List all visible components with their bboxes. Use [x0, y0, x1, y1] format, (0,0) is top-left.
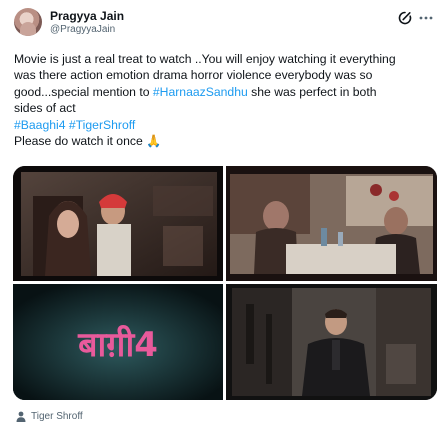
grok-icon[interactable] [398, 11, 412, 25]
tweet-line: was there action emotion drama horror vi… [14, 68, 373, 83]
hashtag-baaghi4[interactable]: #Baaghi4 [14, 118, 66, 132]
media-image-1[interactable] [13, 166, 223, 281]
avatar[interactable] [14, 8, 42, 36]
tweet-line: #Baaghi4 #TigerShroff [14, 117, 434, 133]
tweet-text: Movie is just a real treat to watch ..Yo… [14, 51, 434, 149]
hashtag-tigershroff[interactable]: #TigerShroff [69, 118, 135, 132]
media-image-2[interactable] [226, 166, 437, 281]
person-icon [16, 411, 26, 422]
tweet-line: Please do watch it once 🙏 [14, 134, 162, 149]
movie-title-text: बाग़ी4 [77, 324, 158, 365]
movie-screen-photo-4-icon [226, 284, 437, 400]
more-options-icon[interactable] [418, 10, 434, 26]
media-image-3[interactable]: बाग़ी4 [13, 284, 223, 400]
author-name[interactable]: Pragyya Jain [50, 9, 124, 23]
media-image-4[interactable] [226, 284, 437, 400]
media-grid: बाग़ी4 [13, 166, 437, 400]
author-handle[interactable]: @PragyyaJain [50, 24, 115, 35]
tweet-line: Movie is just a real treat to watch ..Yo… [14, 52, 396, 66]
movie-screen-photo-1-icon [13, 166, 223, 281]
movie-screen-photo-2-icon [226, 166, 437, 281]
tweet-header: Pragyya Jain @PragyyaJain [14, 6, 434, 38]
movie-title-card: बाग़ी4 [13, 284, 223, 400]
tweet-text-fragment: she was perfect in both [247, 84, 377, 99]
tweet-line: good...special mention to #HarnaazSandhu… [14, 84, 434, 100]
tweet-card[interactable]: Pragyya Jain @PragyyaJain Movie is just … [0, 0, 446, 427]
tweet-line: sides of act [14, 101, 76, 116]
tagged-people[interactable]: Tiger Shroff [16, 409, 83, 423]
tagged-person-name[interactable]: Tiger Shroff [31, 411, 83, 422]
tweet-text-fragment: good...special mention to [14, 84, 153, 99]
hashtag-harnaazsandhu[interactable]: #HarnaazSandhu [153, 85, 248, 99]
